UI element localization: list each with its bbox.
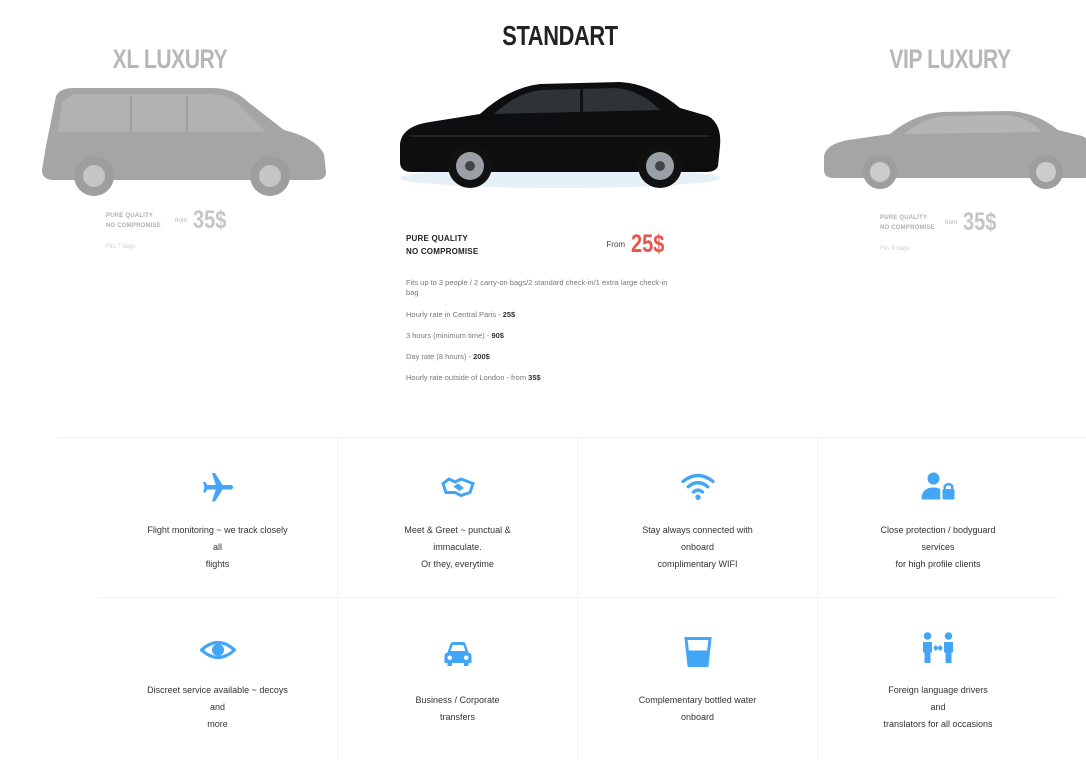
vehicle-card-vip-luxury[interactable]: VIP LUXURY PURE QUALITY NO COMPROMISE fr… <box>800 0 1086 260</box>
feature-text-line: Foreign language drivers <box>888 685 988 695</box>
feature-text-line: complimentary WIFI <box>657 559 738 569</box>
price-row: PURE QUALITY NO COMPROMISE From 25$ <box>406 230 673 259</box>
feature-text-line: more <box>207 719 228 729</box>
vehicle-subtitle: Fits 3 bags <box>880 246 910 252</box>
feature-text-line: transfers <box>439 712 475 722</box>
feature-text-line: and <box>209 702 226 712</box>
translator-icon <box>923 632 953 663</box>
sedan-image <box>824 111 1086 189</box>
feature-meet-greet: Meet & Greet ~ punctual & immaculate. Or… <box>338 438 578 598</box>
price-value: 35$ <box>192 206 227 234</box>
car-icon <box>444 642 471 666</box>
feature-discreet-service: Discreet service available ~ decoys and … <box>98 600 338 760</box>
vehicle-card-xl-luxury[interactable]: XL LUXURY PURE QUALITY NO COMPROMISE fro… <box>30 0 340 260</box>
quality-line-1: PURE QUALITY <box>880 214 928 221</box>
feature-text-line: Complementary bottled water <box>638 695 757 705</box>
feature-wifi: Stay always connected with onboard compl… <box>578 438 818 598</box>
feature-text-line: flights <box>205 559 230 569</box>
from-label: from <box>944 219 957 226</box>
feature-language-drivers: Foreign language drivers and translators… <box>818 600 1058 760</box>
feature-text-line: onboard <box>680 542 715 552</box>
feature-bottled-water: Complementary bottled water onboard <box>578 600 818 760</box>
quality-line-2: NO COMPROMISE <box>880 224 935 231</box>
from-label: from <box>174 217 187 224</box>
feature-text-line: Flight monitoring ~ we track closely <box>147 525 288 535</box>
sedan-image <box>400 82 721 188</box>
feature-business-transfers: Business / Corporate transfers <box>338 600 578 760</box>
vehicle-description: Fits up to 3 people / 2 carry-on bags/2 … <box>406 278 668 297</box>
vehicle-title: XL LUXURY <box>112 44 228 74</box>
quality-line-1: PURE QUALITY <box>406 233 468 243</box>
rate-line: 3 hours (minimum time) - 90$ <box>406 331 504 340</box>
vehicle-title: STANDART <box>502 20 618 51</box>
eye-icon <box>199 641 236 659</box>
feature-text-line: Close protection / bodyguard <box>880 525 996 535</box>
vehicle-subtitle: Fits 7 bags <box>106 244 136 250</box>
feature-text-line: immaculate. <box>433 542 482 552</box>
price-value: 25$ <box>631 230 665 258</box>
feature-text-line: Meet & Greet ~ punctual & <box>404 525 511 535</box>
quality-line-2: NO COMPROMISE <box>406 246 479 256</box>
feature-text-line: and <box>930 702 946 712</box>
rate-line: Hourly rate in Central Paris - 25$ <box>406 310 516 319</box>
feature-bodyguard: Close protection / bodyguard services fo… <box>818 438 1058 598</box>
features-grid: Flight monitoring ~ we track closely all… <box>58 437 1086 761</box>
feature-flight-monitoring: Flight monitoring ~ we track closely all… <box>98 438 338 598</box>
vehicle-card-standart[interactable]: STANDART PURE QUALITY NO COMPROMISE From… <box>380 0 740 400</box>
rate-line: Hourly rate outside of London - from 35$ <box>406 373 541 382</box>
feature-text-line: Stay always connected with <box>642 525 753 535</box>
feature-text-line: services <box>921 542 955 552</box>
feature-text-line: for high profile clients <box>895 559 981 569</box>
feature-text-line: Or they, everytime <box>421 559 494 569</box>
from-label: From <box>606 240 626 249</box>
price-row: PURE QUALITY NO COMPROMISE from 35$ <box>880 208 1005 237</box>
price-row: PURE QUALITY NO COMPROMISE from 35$ <box>106 206 235 235</box>
feature-text-line: all <box>212 542 222 552</box>
water-glass-icon <box>683 637 712 667</box>
plane-icon <box>202 473 233 502</box>
rate-line: Day rate (8 hours) - 200$ <box>406 352 490 361</box>
handshake-icon <box>440 477 475 498</box>
quality-line-1: PURE QUALITY <box>106 212 154 219</box>
vehicle-title: VIP LUXURY <box>889 44 1011 74</box>
feature-text-line: onboard <box>680 712 715 722</box>
feature-text-line: translators for all occasions <box>883 719 993 729</box>
feature-text-line: Discreet service available ~ decoys <box>147 685 288 695</box>
vehicle-carousel: XL LUXURY PURE QUALITY NO COMPROMISE fro… <box>0 0 1086 420</box>
van-image <box>42 88 326 196</box>
price-value: 35$ <box>962 208 997 236</box>
wifi-icon <box>680 473 715 500</box>
bodyguard-icon <box>921 472 955 500</box>
feature-text-line: Business / Corporate <box>415 695 500 705</box>
quality-line-2: NO COMPROMISE <box>106 222 161 229</box>
